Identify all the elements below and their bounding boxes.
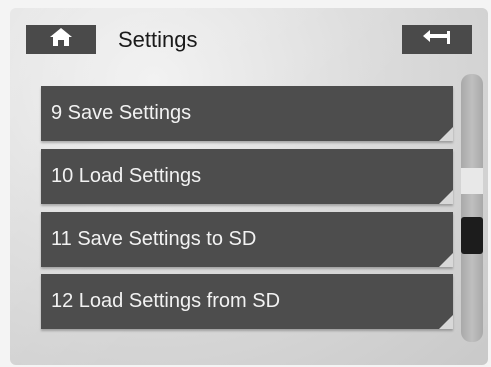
settings-screen: Settings 9 Save Settings 10 Load Setting… <box>10 8 488 365</box>
menu-item-save-settings[interactable]: 9 Save Settings <box>41 86 453 141</box>
home-icon <box>48 26 74 53</box>
item-corner <box>439 253 453 267</box>
menu-item-label: 10 Load Settings <box>51 165 202 187</box>
menu-item-load-settings[interactable]: 10 Load Settings <box>41 149 453 204</box>
back-button[interactable] <box>402 25 472 54</box>
menu-item-save-settings-sd[interactable]: 11 Save Settings to SD <box>41 212 453 267</box>
home-button[interactable] <box>26 25 96 54</box>
scrollbar-track[interactable] <box>461 74 483 342</box>
scrollbar-highlight <box>461 168 483 194</box>
menu-item-label: 11 Save Settings to SD <box>51 228 257 250</box>
item-corner <box>439 190 453 204</box>
item-corner <box>439 315 453 329</box>
scrollbar-thumb[interactable] <box>461 217 483 254</box>
item-corner <box>439 127 453 141</box>
back-arrow-icon <box>420 28 454 51</box>
menu-item-load-settings-sd[interactable]: 12 Load Settings from SD <box>41 274 453 329</box>
menu-item-label: 9 Save Settings <box>51 102 192 124</box>
menu-item-label: 12 Load Settings from SD <box>51 290 281 312</box>
page-title: Settings <box>118 27 198 52</box>
